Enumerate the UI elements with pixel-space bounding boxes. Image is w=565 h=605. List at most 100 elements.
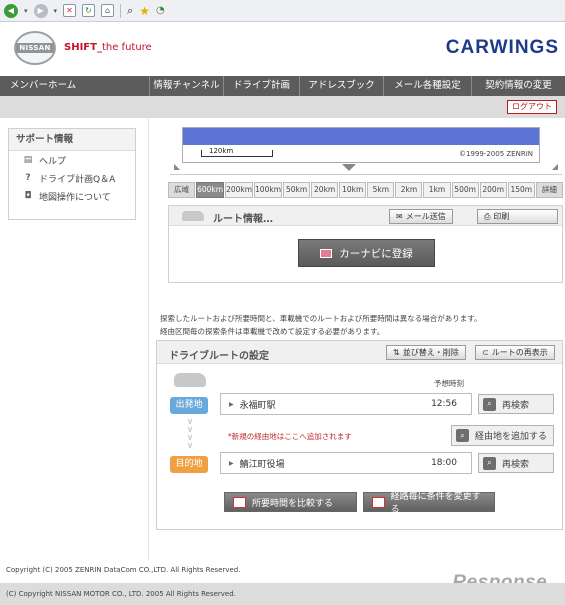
home-icon[interactable]: ⌂ <box>101 4 115 17</box>
send-mail-button[interactable]: ✉ メール送信 <box>389 209 453 224</box>
destination-research-label: 再検索 <box>502 459 530 470</box>
carwings-logo[interactable]: CARWINGS <box>446 37 559 59</box>
sort-delete-button[interactable]: ⇅ 並び替え・削除 <box>386 345 466 360</box>
compare-icon <box>233 496 246 508</box>
zoom-200km[interactable]: 200km <box>225 182 254 198</box>
main-nav: メンバーホーム 情報チャンネル ドライブ計画 アドレスブック メール各種設定 契… <box>0 76 565 96</box>
sidebar-item-map-operation[interactable]: ◘ 地図操作について <box>9 187 135 205</box>
zoom-150m[interactable]: 150m <box>507 182 535 198</box>
zoom-10km[interactable]: 10km <box>339 182 367 198</box>
send-mail-label: メール送信 <box>405 212 446 221</box>
sidebar-item-label: ドライブ計画Q＆A <box>39 174 116 185</box>
redisplay-route-label: ルートの再表示 <box>491 348 548 357</box>
map-area: 120km ©1999-2005 ZENRIN ◣ ◢ <box>170 120 562 182</box>
compare-time-button[interactable]: 所要時間を比較する <box>224 492 357 512</box>
pan-left-icon[interactable]: ◣ <box>174 162 180 171</box>
pan-down-icon[interactable] <box>342 164 356 171</box>
destination-time: 18:00 <box>431 458 457 468</box>
sort-icon: ⇅ <box>393 348 400 357</box>
car-icon <box>174 373 206 387</box>
via-point-note: *新規の経由地はここへ追加されます <box>228 432 352 441</box>
destination-field[interactable]: ▶ 鯖江町役場 18:00 <box>220 452 472 474</box>
print-button[interactable]: ⎙ 印刷 <box>477 209 558 224</box>
favorites-icon[interactable]: ★ <box>139 4 150 18</box>
route-chain-icon: ∨ ∨ ∨ ∨ <box>186 417 194 451</box>
zoom-100km[interactable]: 100km <box>254 182 282 198</box>
support-sidebar: サポート情報 ▤ ヘルプ ? ドライブ計画Q＆A ◘ 地図操作について <box>8 128 136 220</box>
change-conditions-button[interactable]: 経路毎に条件を変更する <box>363 492 495 515</box>
drive-route-header: ドライブルートの設定 ⇅ 並び替え・削除 ⊂ ルートの再表示 <box>157 341 562 364</box>
back-dropdown-icon[interactable]: ▾ <box>24 7 28 15</box>
back-icon[interactable]: ◀ <box>4 3 18 18</box>
nissan-copyright: (C) Copyright NISSAN MOTOR CO., LTD. 200… <box>6 590 236 598</box>
search-icon[interactable]: ⌕ <box>127 4 133 18</box>
start-location-field[interactable]: ▶ 永福町駅 12:56 <box>220 393 472 415</box>
start-tag: 出発地 <box>170 397 208 414</box>
zoom-1km[interactable]: 1km <box>423 182 451 198</box>
arrow-right-icon: ▶ <box>229 400 234 408</box>
content-divider <box>148 118 149 560</box>
drive-route-panel: ドライブルートの設定 ⇅ 並び替え・削除 ⊂ ルートの再表示 予想時刻 出発地 … <box>156 340 563 530</box>
nissan-logo[interactable]: NISSAN <box>14 31 56 65</box>
envelope-icon: ✉ <box>396 212 403 221</box>
route-info-panel: ルート情報… ✉ メール送信 ⎙ 印刷 カーナビに登録 <box>168 205 563 283</box>
nav-member-home[interactable]: メンバーホーム <box>0 76 150 96</box>
sub-nav-bar: ログアウト <box>0 96 565 118</box>
start-time: 12:56 <box>431 399 457 409</box>
footer-bar: (C) Copyright NISSAN MOTOR CO., LTD. 200… <box>0 583 565 605</box>
zoom-20km[interactable]: 20km <box>311 182 339 198</box>
car-small-icon: ⊂ <box>482 348 489 357</box>
zoom-2km[interactable]: 2km <box>395 182 423 198</box>
zoom-200m[interactable]: 200m <box>479 182 507 198</box>
zoom-50km[interactable]: 50km <box>283 182 311 198</box>
redisplay-route-button[interactable]: ⊂ ルートの再表示 <box>475 345 555 360</box>
car-icon <box>182 211 204 221</box>
start-location-name: 永福町駅 <box>239 400 276 411</box>
nav-info-channel[interactable]: 情報チャンネル <box>150 76 224 96</box>
nav-drive-plan[interactable]: ドライブ計画 <box>224 76 300 96</box>
browser-toolbar: ◀ ▾ ▶ ▾ ✕ ↻ ⌂ ⌕ ★ ◔ <box>0 0 565 22</box>
zoom-wide[interactable]: 広域 <box>168 182 196 198</box>
sidebar-item-label: ヘルプ <box>39 156 67 167</box>
register-car-navi-button[interactable]: カーナビに登録 <box>298 239 435 267</box>
zoom-detail[interactable]: 詳細 <box>535 182 563 198</box>
destination-name: 鯖江町役場 <box>239 459 285 470</box>
destination-research-button[interactable]: ⌕ 再検索 <box>478 453 554 473</box>
drive-route-title: ドライブルートの設定 <box>169 351 269 362</box>
nav-address-book[interactable]: アドレスブック <box>300 76 384 96</box>
route-info-title: ルート情報… <box>213 214 273 225</box>
forward-dropdown-icon[interactable]: ▾ <box>54 7 58 15</box>
printer-icon: ⎙ <box>484 212 491 221</box>
refresh-icon[interactable]: ↻ <box>82 4 96 17</box>
magnifier-icon: ⌕ <box>483 397 496 411</box>
pan-right-icon[interactable]: ◢ <box>552 162 558 171</box>
logout-button[interactable]: ログアウト <box>507 100 557 114</box>
zoom-5km[interactable]: 5km <box>367 182 395 198</box>
forward-icon[interactable]: ▶ <box>33 3 48 18</box>
route-disclaimer: 探索したルートおよび所要時間と、車載機でのルートおよび所要時間は異なる場合があり… <box>160 314 482 323</box>
add-via-point-button[interactable]: ⌕ 経由地を追加する <box>451 425 554 446</box>
document-icon: ▤ <box>23 155 33 165</box>
car-navi-icon <box>320 248 333 258</box>
map-view[interactable]: 120km ©1999-2005 ZENRIN <box>182 127 540 163</box>
zenrin-copyright: Copyright (C) 2005 ZENRIN DataCom CO.,LT… <box>6 566 241 574</box>
nav-contract-change[interactable]: 契約情報の変更 <box>472 76 565 96</box>
zoom-500m[interactable]: 500m <box>451 182 479 198</box>
magnifier-icon: ⌕ <box>456 429 469 442</box>
zoom-600km[interactable]: 600km <box>196 182 225 198</box>
compare-time-label: 所要時間を比較する <box>252 498 334 509</box>
register-car-navi-label: カーナビに登録 <box>339 247 413 260</box>
mouse-icon: ◘ <box>24 191 32 201</box>
sidebar-item-help[interactable]: ▤ ヘルプ <box>9 151 135 169</box>
toolbar-separator <box>120 3 122 18</box>
sidebar-item-faq[interactable]: ? ドライブ計画Q＆A <box>9 169 135 187</box>
start-research-label: 再検索 <box>502 400 530 411</box>
nav-mail-settings[interactable]: メール各種設定 <box>384 76 472 96</box>
stop-icon[interactable]: ✕ <box>63 4 77 17</box>
destination-tag: 目的地 <box>170 456 208 473</box>
start-research-button[interactable]: ⌕ 再検索 <box>478 394 554 414</box>
history-icon[interactable]: ◔ <box>156 5 165 16</box>
chart-icon <box>372 496 385 508</box>
magnifier-icon: ⌕ <box>483 456 496 470</box>
question-icon: ? <box>25 173 31 183</box>
